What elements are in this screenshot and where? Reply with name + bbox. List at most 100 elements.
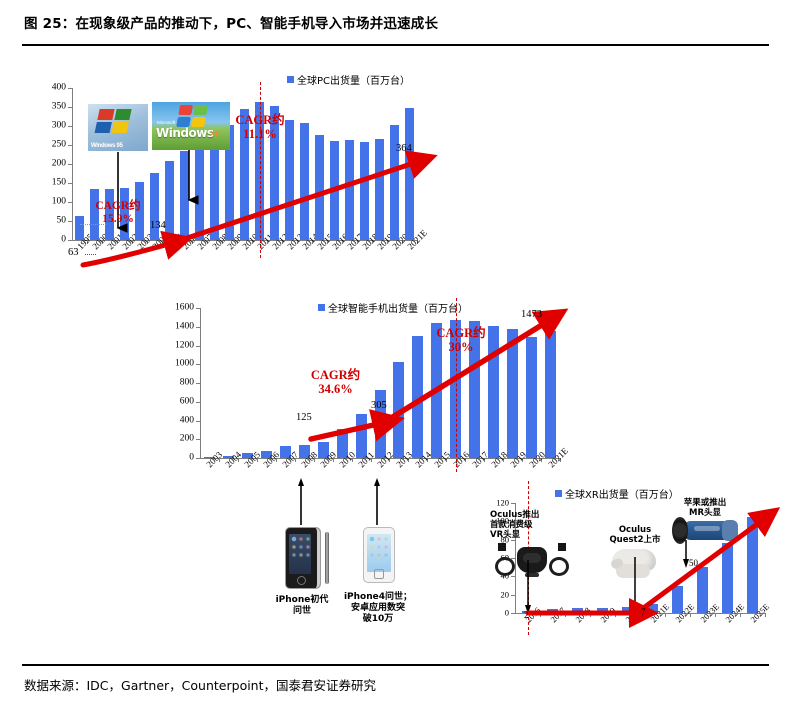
- y-tick-mark: [196, 364, 200, 366]
- header-divider: [22, 44, 769, 46]
- iphone1-screen: [289, 534, 311, 574]
- sp-cagr-1-annotation: CAGR约 34.6%: [291, 368, 381, 396]
- windowsxp-wordmark: Windows: [156, 126, 214, 140]
- windows95-flag-icon: [94, 109, 133, 134]
- y-tick-mark: [511, 594, 515, 596]
- y-tick-label: 0: [189, 452, 194, 463]
- y-tick-mark: [511, 503, 515, 504]
- bar: [405, 108, 414, 240]
- y-tick-label: 250: [51, 139, 66, 150]
- bar: [165, 160, 174, 240]
- bar: [180, 150, 189, 240]
- x-tick-label: 2004: [223, 449, 244, 470]
- y-tick-mark: [68, 145, 72, 146]
- pc-cagr-1-annotation: CAGR约 15.9%: [78, 200, 158, 226]
- apple-mr-caption-line2: MR头显: [688, 508, 721, 518]
- vr-sensor-right: [558, 543, 566, 551]
- bar: [330, 141, 339, 240]
- xr-data-label-7: 7: [641, 607, 646, 617]
- bar: [697, 567, 708, 613]
- iphone-4-image: [363, 527, 395, 583]
- vr-headset-body: [517, 547, 547, 573]
- vr-controller-right: [549, 551, 569, 576]
- data-source-note: 数据来源：IDC，Gartner，Counterpoint，国泰君安证券研究: [24, 678, 377, 693]
- windows95-wordmark: Windows 95: [91, 143, 123, 149]
- oculus-rift-image: [495, 543, 569, 583]
- y-tick-mark: [196, 383, 200, 384]
- y-tick-mark: [68, 202, 72, 203]
- bar: [315, 135, 324, 240]
- marker-dashed-line: [259, 82, 261, 258]
- apple-mr-caption: 苹果或推出 MR头显: [653, 498, 757, 518]
- bar: [393, 362, 405, 458]
- y-tick-label: 0: [504, 607, 509, 618]
- y-axis-line: [72, 88, 74, 240]
- apple-mr-caption-line1: 苹果或推出: [683, 498, 727, 508]
- smartphone-plot-area: 0 200 400 600 800 1000 1200 1400 1600 2003 2004 200…: [0, 296, 791, 496]
- smartphone-shipments-chart: 全球智能手机出货量（百万台） 0 200 400 600 800 1000 1200 1400…: [0, 296, 791, 496]
- y-tick-label: 100: [51, 196, 66, 207]
- y-tick-label: 400: [179, 414, 194, 425]
- y-tick-label: 50: [56, 215, 67, 226]
- windowsxp-flag-icon: [176, 105, 210, 128]
- iphone4-caption-line2: 安卓应用数突: [350, 603, 405, 613]
- iphone4-arrow-head: [374, 478, 380, 486]
- iphone4-screen: [367, 534, 391, 572]
- oculus-vr-caption: Oculus推出 首款消费级 VR头显: [490, 510, 590, 540]
- bar: [507, 329, 519, 458]
- xr-shipments-chart: 全球XR出货量（百万台） 0 20 40 60 80 100 120 2016 2017 2018…: [480, 481, 791, 660]
- microsoft-wordmark: Microsoft: [157, 120, 176, 125]
- figure-page: 图 25：在现象级产品的推动下，PC、智能手机导入市场并迅速成长 全球PC出货量…: [0, 0, 791, 715]
- bar: [375, 138, 384, 240]
- oculus-vr-caption-line1: Oculus推出: [490, 510, 540, 520]
- iphone1-side-object: [325, 532, 329, 584]
- quest2-caption-line2: Quest2上市: [609, 535, 661, 545]
- y-tick-mark: [511, 613, 515, 614]
- y-tick-label: 400: [51, 82, 66, 93]
- bar: [195, 141, 204, 240]
- pc-data-label-134: 134: [150, 220, 166, 231]
- oculus-vr-caption-line3: VR头显: [490, 530, 521, 540]
- y-tick-mark: [68, 107, 72, 108]
- y-tick-label: 200: [179, 433, 194, 444]
- bar: [345, 140, 354, 240]
- pc-cagr-1-line2: 15.9%: [102, 213, 134, 225]
- y-tick-mark: [68, 183, 72, 184]
- pc-shipments-chart: 全球PC出货量（百万台） 0 50 100 150 200 250 300 350 400 199…: [0, 60, 791, 295]
- y-tick-label: 300: [51, 120, 66, 131]
- y-tick-mark: [196, 439, 200, 441]
- marker-dashed-line: [455, 298, 457, 472]
- bar: [355, 413, 367, 458]
- quest2-caption-line1: Oculus: [618, 525, 652, 535]
- y-tick-label: 800: [179, 377, 194, 388]
- y-tick-mark: [196, 326, 200, 328]
- pc-plot-area: 0 50 100 150 200 250 300 350 400 1995 2000 2001 2002…: [0, 60, 791, 295]
- vr-sensor-left: [498, 543, 506, 551]
- pc-data-label-364: 364: [396, 143, 412, 154]
- mr-headset-highlight: [694, 526, 720, 531]
- vr-controller-left: [495, 551, 515, 576]
- y-tick-mark: [68, 221, 72, 222]
- iphone-1st-gen-image: [285, 527, 329, 589]
- bar: [526, 336, 538, 458]
- iphone1-arrow-head: [298, 478, 304, 486]
- sp-data-label-125: 125: [296, 412, 312, 423]
- y-tick-mark: [68, 126, 72, 127]
- y-tick-label: 0: [61, 234, 66, 245]
- sp-data-label-1473: 1473: [521, 309, 542, 320]
- xr-data-label-2: 2: [524, 610, 529, 620]
- y-tick-label: 200: [51, 158, 66, 169]
- y-tick-label: 20: [500, 588, 510, 599]
- iphone4-caption: iPhone4问世； 安卓应用数突 破10万: [323, 592, 433, 625]
- y-tick-mark: [196, 401, 200, 403]
- y-tick-label: 350: [51, 101, 66, 112]
- sp-cagr-2-line2: 30%: [448, 340, 474, 354]
- bar: [545, 331, 557, 458]
- pc-cagr-2-line1: CAGR约: [235, 113, 285, 127]
- y-tick-mark: [196, 308, 200, 309]
- sp-cagr-2-line1: CAGR约: [436, 326, 486, 340]
- sp-cagr-1-line1: CAGR约: [310, 368, 361, 382]
- y-tick-label: 1600: [175, 302, 194, 313]
- quest2-caption: Oculus Quest2上市: [585, 525, 685, 545]
- y-tick-mark: [196, 458, 200, 459]
